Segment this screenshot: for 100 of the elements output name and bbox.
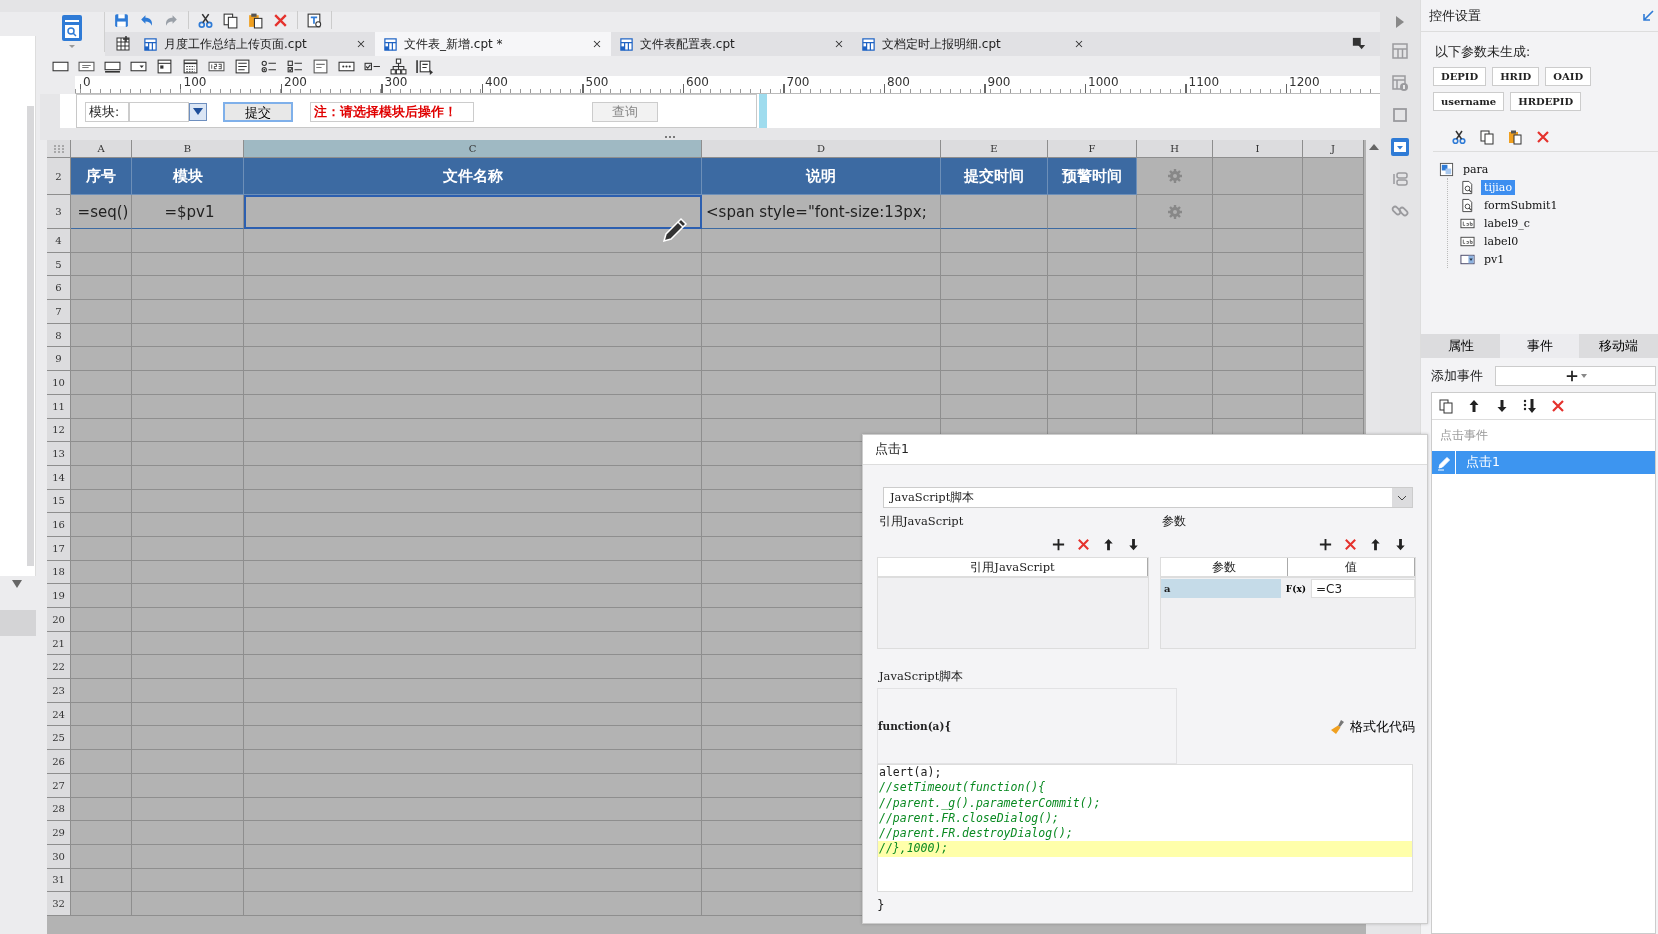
row-header[interactable]: 3 xyxy=(47,195,71,229)
copy-icon[interactable] xyxy=(1438,398,1454,414)
table-cell[interactable] xyxy=(71,560,132,585)
table-cell[interactable] xyxy=(1048,371,1137,395)
text-area-icon[interactable] xyxy=(234,57,251,75)
frame-icon[interactable] xyxy=(1391,106,1409,124)
text-input-icon[interactable] xyxy=(312,57,329,75)
file-tab[interactable]: 月度工作总结上传页面.cpt xyxy=(135,32,375,56)
table-cell[interactable] xyxy=(1303,195,1364,229)
table-cell[interactable]: <span style="font-size:13px; xyxy=(702,195,941,229)
move-down-icon[interactable] xyxy=(1126,537,1141,552)
table-cell[interactable] xyxy=(244,323,702,348)
row-header[interactable]: 11 xyxy=(47,394,71,419)
table-cell[interactable] xyxy=(71,679,132,703)
table-cell[interactable] xyxy=(244,584,702,608)
move-up-icon[interactable] xyxy=(1368,537,1383,552)
report-designer-logo-icon[interactable] xyxy=(59,13,85,51)
table-cell[interactable] xyxy=(244,252,702,277)
table-cell[interactable] xyxy=(132,560,244,585)
table-cell[interactable] xyxy=(1213,252,1303,277)
table-cell[interactable] xyxy=(244,276,702,301)
table-cell[interactable]: =seq() xyxy=(71,195,132,229)
table-cell[interactable] xyxy=(1137,323,1213,348)
paste-icon[interactable] xyxy=(1507,129,1523,145)
column-header[interactable]: I xyxy=(1213,140,1303,158)
table-cell[interactable] xyxy=(71,584,132,608)
table-info-icon[interactable] xyxy=(1391,74,1409,92)
close-icon[interactable] xyxy=(1073,38,1085,50)
panel-tab[interactable]: 事件 xyxy=(1500,334,1579,358)
table-cell[interactable] xyxy=(71,821,132,845)
file-tab[interactable]: 文档定时上报明细.cpt xyxy=(853,32,1093,56)
table-cell[interactable] xyxy=(941,229,1048,253)
tab-menu-icon[interactable] xyxy=(1352,37,1366,51)
row-header[interactable]: 7 xyxy=(47,300,71,324)
scrollbar[interactable] xyxy=(27,106,34,566)
row-header[interactable]: 6 xyxy=(47,276,71,301)
table-cell[interactable] xyxy=(1213,195,1303,229)
row-header[interactable]: 12 xyxy=(47,418,71,443)
table-cell[interactable] xyxy=(244,892,702,916)
row-header[interactable]: 24 xyxy=(47,702,71,727)
value-field[interactable]: =C3 xyxy=(1311,579,1415,598)
table-cell[interactable] xyxy=(71,442,132,466)
table-cell[interactable] xyxy=(71,892,132,916)
column-header[interactable]: F xyxy=(1048,140,1137,158)
add-icon[interactable] xyxy=(1318,537,1333,552)
preview-icon[interactable] xyxy=(306,11,323,29)
tree-item[interactable]: label9_c xyxy=(1458,214,1535,232)
table-cell[interactable] xyxy=(702,229,941,253)
row-header[interactable]: 19 xyxy=(47,584,71,608)
table-cell[interactable] xyxy=(71,394,132,419)
table-cell[interactable] xyxy=(244,536,702,561)
delete-icon[interactable] xyxy=(1076,537,1091,552)
row-header[interactable]: 14 xyxy=(47,465,71,490)
table-cell[interactable] xyxy=(244,655,702,680)
row-header[interactable]: 20 xyxy=(47,608,71,632)
row-header[interactable]: 8 xyxy=(47,323,71,348)
table-cell[interactable] xyxy=(1303,252,1364,277)
row-header[interactable]: 17 xyxy=(47,536,71,561)
table-icon[interactable] xyxy=(1391,42,1409,60)
table-cell[interactable] xyxy=(702,371,941,395)
dock-icon[interactable] xyxy=(1642,9,1654,22)
row-header[interactable]: 32 xyxy=(47,892,71,916)
table-cell[interactable] xyxy=(1137,229,1213,253)
table-cell[interactable] xyxy=(132,726,244,751)
table-cell[interactable] xyxy=(71,750,132,774)
table-cell[interactable] xyxy=(71,631,132,656)
paste-icon[interactable] xyxy=(247,11,264,29)
table-cell[interactable] xyxy=(1213,158,1303,195)
table-cell[interactable] xyxy=(941,371,1048,395)
close-icon[interactable] xyxy=(355,38,367,50)
table-cell[interactable] xyxy=(132,631,244,656)
script-type-select[interactable]: JavaScript脚本 xyxy=(883,487,1413,508)
more-widgets-icon[interactable] xyxy=(416,57,433,75)
table-cell[interactable] xyxy=(132,655,244,680)
table-cell[interactable] xyxy=(71,371,132,395)
column-header[interactable]: J xyxy=(1303,140,1364,158)
table-cell[interactable] xyxy=(71,773,132,798)
panel-tab[interactable]: 属性 xyxy=(1421,334,1500,358)
resize-handle[interactable] xyxy=(759,94,767,128)
column-header[interactable]: A xyxy=(71,140,132,158)
table-cell[interactable] xyxy=(244,797,702,822)
add-icon[interactable] xyxy=(1051,537,1066,552)
row-header[interactable]: 31 xyxy=(47,868,71,893)
table-cell[interactable]: a xyxy=(1161,579,1281,598)
table-cell[interactable] xyxy=(132,797,244,822)
cut-icon[interactable] xyxy=(1451,129,1467,145)
table-cell[interactable] xyxy=(244,195,702,229)
table-cell[interactable] xyxy=(1303,371,1364,395)
table-cell[interactable] xyxy=(702,276,941,301)
delete-icon[interactable] xyxy=(1550,398,1566,414)
table-cell[interactable] xyxy=(244,513,702,537)
copy-icon[interactable] xyxy=(1479,129,1495,145)
table-cell[interactable] xyxy=(71,868,132,893)
table-cell[interactable] xyxy=(1048,394,1137,419)
table-cell[interactable] xyxy=(1137,195,1213,229)
table-cell[interactable] xyxy=(702,347,941,372)
table-cell[interactable] xyxy=(244,750,702,774)
table-cell[interactable] xyxy=(1048,195,1137,229)
table-cell[interactable] xyxy=(1048,323,1137,348)
table-cell[interactable] xyxy=(702,252,941,277)
